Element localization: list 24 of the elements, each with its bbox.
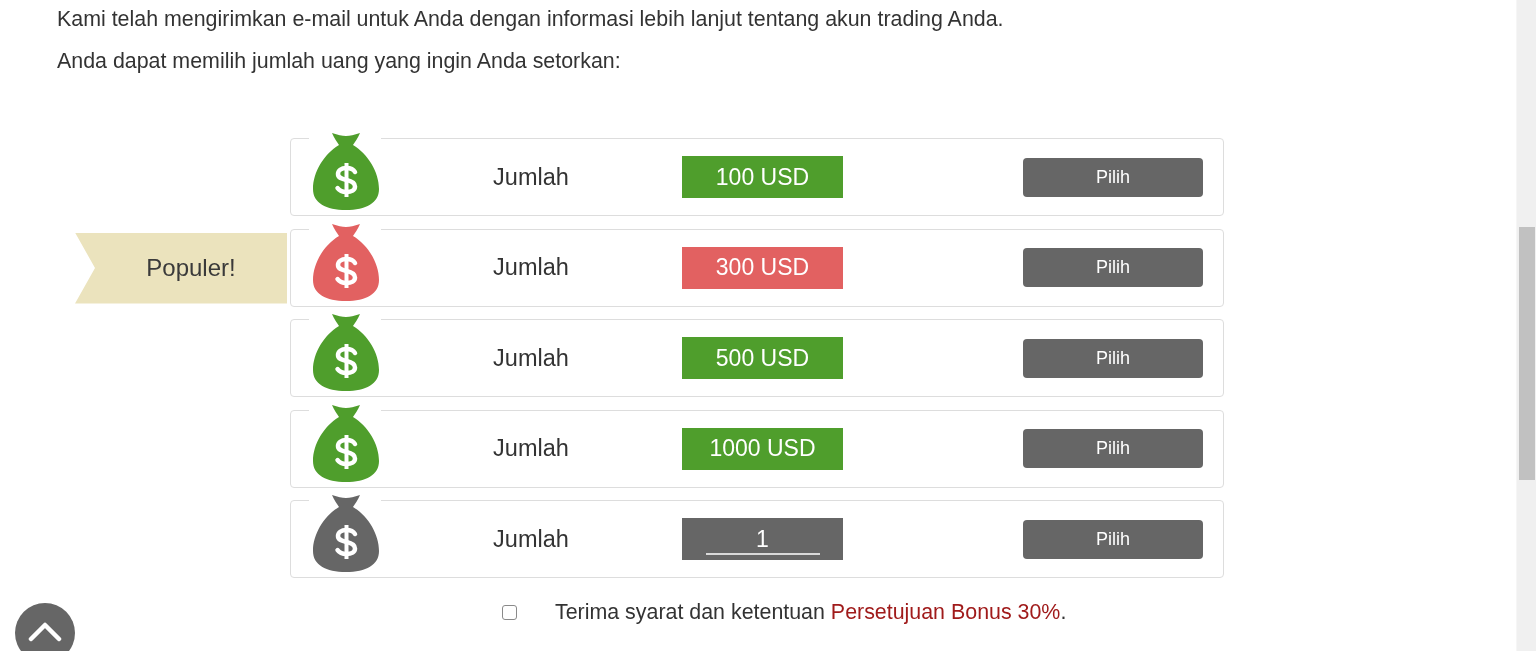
amount-field[interactable]: 1	[682, 518, 843, 560]
pick-button[interactable]: Pilih	[1023, 157, 1203, 197]
pick-button[interactable]: Pilih	[1023, 519, 1203, 559]
amount-label: Jumlah	[492, 344, 570, 372]
amount-badge: 500 USD	[682, 337, 843, 379]
amount-badge: 1000 USD	[682, 427, 843, 470]
back-to-top-button[interactable]	[15, 603, 75, 651]
amount-label: Jumlah	[492, 163, 570, 191]
pick-button[interactable]: Pilih	[1023, 429, 1203, 468]
pick-button[interactable]: Pilih	[1023, 338, 1203, 378]
intro-text: Anda dapat memilih jumlah uang yang ingin Anda setorkan:	[57, 48, 622, 75]
chevron-up-icon	[28, 622, 62, 642]
amount-badge: 300 USD	[682, 246, 843, 289]
amount-label: Jumlah	[492, 525, 570, 553]
pick-button[interactable]: Pilih	[1023, 248, 1203, 287]
scrollbar-thumb[interactable]	[1519, 227, 1535, 480]
amount-badge: 100 USD	[682, 156, 843, 198]
bonus-agreement-link[interactable]: Persetujuan Bonus 30%	[830, 600, 1061, 624]
amount-label: Jumlah	[492, 254, 570, 281]
intro-text: Kami telah mengirimkan e-mail untuk Anda dengan informasi lebih lanjut tentang akun trading Anda.	[57, 6, 1005, 33]
amount-label: Jumlah	[492, 435, 570, 462]
terms-checkbox[interactable]	[502, 604, 517, 620]
terms-text: Terima syarat dan ketentuan Persetujuan Bonus 30%.	[555, 600, 1067, 624]
popular-ribbon: Populer!	[75, 232, 287, 304]
